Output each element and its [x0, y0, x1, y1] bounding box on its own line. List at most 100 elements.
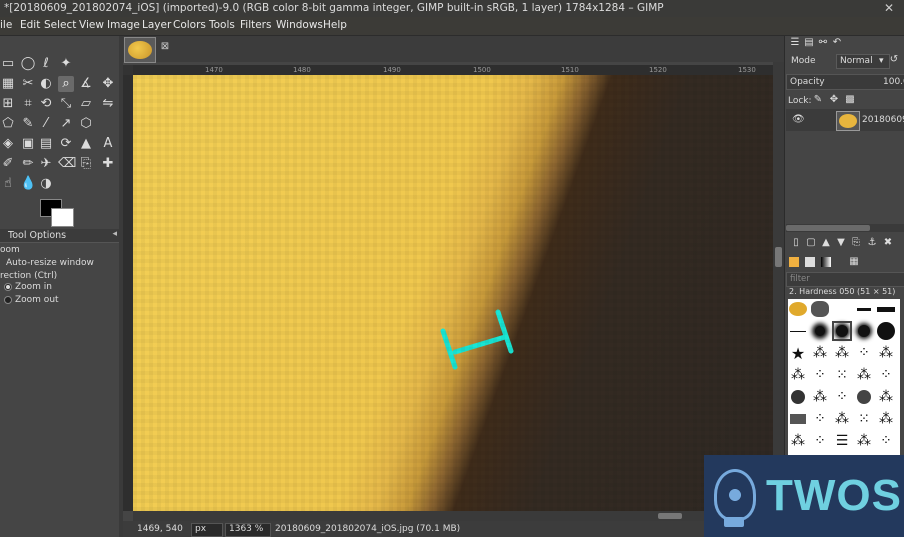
menu-help[interactable]: Help — [323, 19, 347, 31]
brush-item[interactable]: ⁙ — [832, 365, 852, 385]
brush-item[interactable]: ⁂ — [876, 343, 896, 363]
lower-layer-icon[interactable]: ▼ — [835, 237, 847, 249]
menu-file[interactable]: ile — [0, 19, 12, 31]
shear-icon[interactable]: ▱ — [78, 96, 94, 112]
brush-item[interactable] — [876, 321, 896, 341]
channels-tab-icon[interactable]: ▤ — [803, 37, 815, 49]
gradient-icon[interactable]: ▤ — [38, 136, 54, 152]
brush-filter-input[interactable]: filter — [786, 272, 904, 287]
perspective-icon[interactable]: ⬠ — [0, 116, 16, 132]
menu-image[interactable]: Image — [107, 19, 140, 31]
menu-view[interactable]: View — [79, 19, 104, 31]
layers-tab-icon[interactable]: ☰ — [789, 37, 801, 49]
paths-tab-icon[interactable]: ⚯ — [817, 37, 829, 49]
menu-tools[interactable]: Tools — [209, 19, 235, 31]
lock-alpha-icon[interactable]: ▩ — [844, 94, 856, 106]
brush-item[interactable]: ⁂ — [832, 343, 852, 363]
brush-item[interactable]: ⁂ — [854, 431, 874, 451]
zoom-in-radio[interactable] — [4, 283, 12, 291]
brush-item[interactable]: ⁂ — [810, 387, 830, 407]
crop-icon[interactable]: ⌗ — [20, 96, 36, 112]
free-select-icon[interactable]: ℓ — [38, 56, 54, 72]
brush-item[interactable]: ⁂ — [854, 365, 874, 385]
brush-item-selected[interactable] — [832, 321, 852, 341]
foreground-select-icon[interactable]: ◐ — [38, 76, 54, 92]
brush-item[interactable] — [810, 299, 830, 319]
brush-item[interactable]: ⁘ — [876, 431, 896, 451]
brushes-tab-icon[interactable] — [789, 257, 799, 267]
scroll-thumb[interactable] — [775, 247, 782, 267]
paintbrush-icon[interactable]: ✐ — [0, 156, 16, 172]
raise-layer-icon[interactable]: ▲ — [820, 237, 832, 249]
menu-layer[interactable]: Layer — [142, 19, 171, 31]
image-canvas[interactable] — [133, 75, 773, 511]
window-close-icon[interactable]: ✕ — [884, 1, 894, 15]
brush-item[interactable]: ⁂ — [876, 387, 896, 407]
blur-icon[interactable]: 💧 — [20, 176, 36, 192]
new-group-icon[interactable]: ▢ — [805, 237, 817, 249]
brush-item[interactable]: ⁘ — [810, 365, 830, 385]
delete-layer-icon[interactable]: ✖ — [882, 237, 894, 249]
gradients-tab-icon[interactable] — [821, 257, 831, 267]
new-layer-icon[interactable]: ▯ — [790, 237, 802, 249]
brush-item[interactable]: ★ — [788, 343, 808, 363]
color-picker-icon[interactable]: ⁄ — [38, 116, 54, 132]
scissors-icon[interactable]: ✂ — [20, 76, 36, 92]
brush-item[interactable]: ⁘ — [876, 365, 896, 385]
reset-mode-icon[interactable]: ↺ — [888, 54, 900, 66]
brush-item[interactable]: ☰ — [832, 431, 852, 451]
ink-icon[interactable]: ▲ — [78, 136, 94, 152]
brush-item[interactable]: ⁂ — [788, 365, 808, 385]
unified-transform-icon[interactable]: ⟲ — [38, 96, 54, 112]
brush-item[interactable] — [788, 387, 808, 407]
brush-item[interactable]: ⁘ — [832, 387, 852, 407]
brush-item[interactable]: ⁘ — [810, 431, 830, 451]
auto-resize-checkbox[interactable]: Auto-resize window — [6, 258, 94, 268]
brush-item[interactable]: ⁂ — [876, 409, 896, 429]
text-icon[interactable]: A — [100, 136, 116, 152]
brush-item[interactable] — [854, 321, 874, 341]
image-tab-thumbnail[interactable] — [124, 37, 156, 63]
brush-item[interactable] — [788, 299, 808, 319]
lock-pixels-icon[interactable]: ✎ — [812, 94, 824, 106]
brush-item[interactable]: ⁂ — [832, 409, 852, 429]
opacity-slider[interactable]: Opacity 100.0 — [786, 74, 904, 90]
zoom-icon[interactable]: ⌕ — [58, 76, 74, 92]
eye-icon[interactable]: 👁 — [792, 114, 805, 126]
bucket-fill-icon[interactable]: ▣ — [20, 136, 36, 152]
tab-menu-icon[interactable]: ◂ — [112, 229, 117, 239]
brush-item[interactable] — [810, 321, 830, 341]
menu-windows[interactable]: Windows — [276, 19, 323, 31]
zoom-out-radio[interactable] — [4, 296, 12, 304]
brush-item[interactable] — [876, 299, 896, 319]
mode-dropdown[interactable]: Normal ▾ — [836, 54, 890, 69]
duplicate-layer-icon[interactable]: ⎘ — [850, 237, 862, 249]
layer-name[interactable]: 20180609_ — [862, 115, 904, 125]
smudge-icon[interactable]: ☝ — [0, 176, 16, 192]
cage-icon[interactable]: ⬡ — [78, 116, 94, 132]
scroll-thumb[interactable] — [658, 513, 682, 519]
rect-select-icon[interactable]: ▭ — [0, 56, 16, 72]
panel-menu-icon[interactable]: ▦ — [848, 256, 860, 268]
background-color-swatch[interactable] — [51, 208, 74, 227]
clone-icon[interactable]: ⎘ — [78, 156, 94, 172]
ellipse-select-icon[interactable]: ◯ — [20, 56, 36, 72]
perspective-clone-icon[interactable]: ◈ — [0, 136, 16, 152]
fuzzy-select-icon[interactable]: ✦ — [58, 56, 74, 72]
menu-select[interactable]: Select — [44, 19, 76, 31]
undo-history-tab-icon[interactable]: ↶ — [831, 37, 843, 49]
measure-icon[interactable]: ∡ — [78, 76, 94, 92]
menu-edit[interactable]: Edit — [20, 19, 40, 31]
scroll-thumb[interactable] — [786, 225, 870, 231]
scale-icon[interactable]: ⤡ — [58, 96, 74, 112]
eraser-icon[interactable]: ⌫ — [58, 156, 76, 172]
warp-icon[interactable]: ↗ — [58, 116, 74, 132]
tool-options-tab[interactable]: Tool Options ◂ — [0, 229, 120, 243]
brush-item[interactable]: ⁙ — [854, 409, 874, 429]
brush-item[interactable]: ⁂ — [788, 431, 808, 451]
paths-icon[interactable]: ✎ — [20, 116, 36, 132]
airbrush-icon[interactable]: ✈ — [38, 156, 54, 172]
select-by-color-icon[interactable]: ▦ — [0, 76, 16, 92]
canvas-vertical-scrollbar[interactable] — [773, 62, 784, 511]
brush-item[interactable]: ⁂ — [810, 343, 830, 363]
